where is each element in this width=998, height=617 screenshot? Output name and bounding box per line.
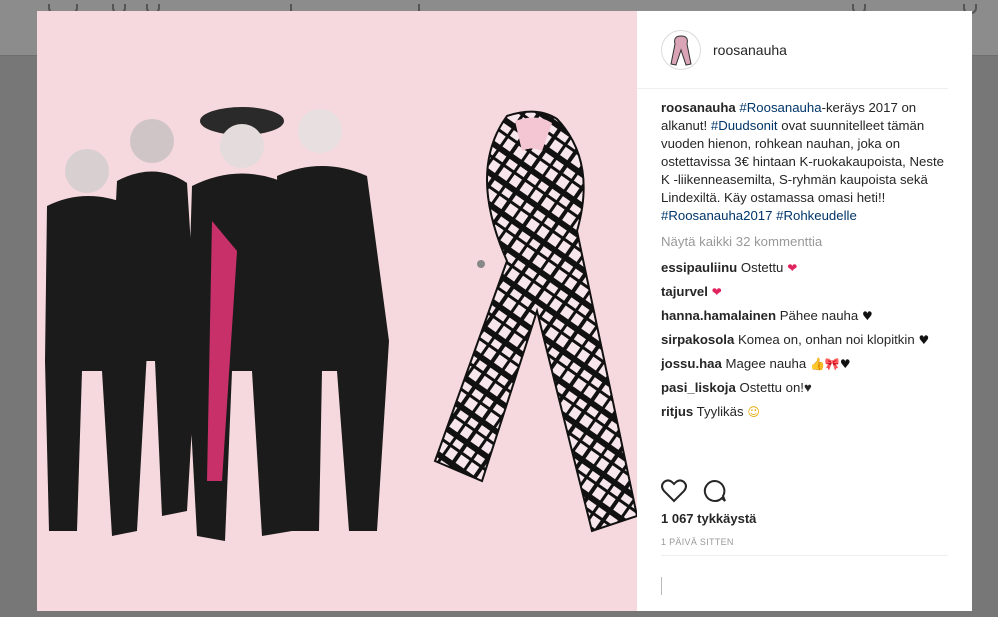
comment-item: jossu.haa Magee nauha 👍🎀♥ (661, 355, 948, 373)
comment-icon (703, 479, 726, 502)
comment-username[interactable]: hanna.hamalainen (661, 308, 776, 323)
comment-list: essipauliinu Ostettu ❤ tajurvel ❤ hanna.ha… (661, 259, 948, 421)
comments-section: roosanauha #Roosanauha-keräys 2017 on al… (661, 99, 948, 469)
post-timestamp: 1 PÄIVÄ SITTEN (661, 537, 734, 547)
caption-text: #Roosanauha-keräys 2017 on alkanut! #Duu… (661, 100, 944, 223)
comment-username[interactable]: essipauliinu (661, 260, 737, 275)
comment-item: sirpakosola Komea on, onhan noi klopitki… (661, 331, 948, 349)
comment-item: hanna.hamalainen Pähee nauha ♥ (661, 307, 948, 325)
divider (661, 555, 948, 556)
post-author-username[interactable]: roosanauha (713, 42, 787, 58)
post-header: roosanauha (637, 11, 948, 89)
comment-item: tajurvel ❤ (661, 283, 948, 301)
post-image[interactable] (37, 11, 637, 611)
post-modal: roosanauha roosanauha #Roosanauha-keräys… (37, 11, 972, 611)
comment-text: Ostettu on!♥ (735, 380, 812, 395)
post-caption: roosanauha #Roosanauha-keräys 2017 on al… (661, 99, 948, 225)
comment-emoji-icon: ♥ (914, 333, 930, 347)
comment-username[interactable]: sirpakosola (661, 332, 734, 347)
avatar[interactable] (661, 29, 701, 70)
post-side-panel: roosanauha roosanauha #Roosanauha-keräys… (637, 11, 972, 611)
comment-text: Magee nauha (721, 356, 807, 371)
hashtag-link[interactable]: #Duudsonit (711, 118, 778, 133)
comment-username[interactable]: jossu.haa (661, 356, 722, 371)
comment-username[interactable]: pasi_liskoja (661, 380, 736, 395)
comment-emoji-icon: ❤ (707, 285, 722, 299)
hashtag-link[interactable]: #Rohkeudelle (776, 208, 857, 223)
comment-username[interactable]: tajurvel (661, 284, 708, 299)
comment-emoji-icon: 👍🎀♥ (806, 357, 851, 371)
caption-username[interactable]: roosanauha (661, 100, 736, 115)
add-comment-input[interactable] (661, 577, 948, 595)
comment-button[interactable] (703, 479, 727, 508)
comment-item: ritjus Tyylikäs ☺ (661, 403, 948, 421)
comment-item: essipauliinu Ostettu ❤ (661, 259, 948, 277)
band-silhouettes (45, 107, 389, 541)
comment-emoji-icon: ☺ (743, 405, 760, 419)
like-count[interactable]: 1 067 tykkäystä (661, 511, 756, 526)
heart-icon (661, 478, 687, 502)
post-actions (661, 478, 948, 508)
comment-username[interactable]: ritjus (661, 404, 693, 419)
ribbon-avatar-icon (670, 34, 692, 66)
comment-text: Ostettu (737, 260, 784, 275)
hashtag-link[interactable]: #Roosanauha2017 (661, 208, 772, 223)
comment-item: pasi_liskoja Ostettu on!♥ (661, 379, 948, 397)
comment-text: Komea on, onhan noi klopitkin (734, 332, 915, 347)
hashtag-link[interactable]: #Roosanauha (739, 100, 821, 115)
comment-emoji-icon: ♥ (858, 309, 873, 323)
view-all-comments-link[interactable]: Näytä kaikki 32 kommenttia (661, 233, 948, 251)
comment-emoji-icon: ❤ (783, 261, 798, 275)
comment-text: Tyylikäs (693, 404, 744, 419)
post-photo-illustration (45, 107, 637, 541)
pink-ribbon-illustration (433, 110, 637, 533)
comment-text: Pähee nauha (776, 308, 859, 323)
like-button[interactable] (661, 478, 687, 508)
